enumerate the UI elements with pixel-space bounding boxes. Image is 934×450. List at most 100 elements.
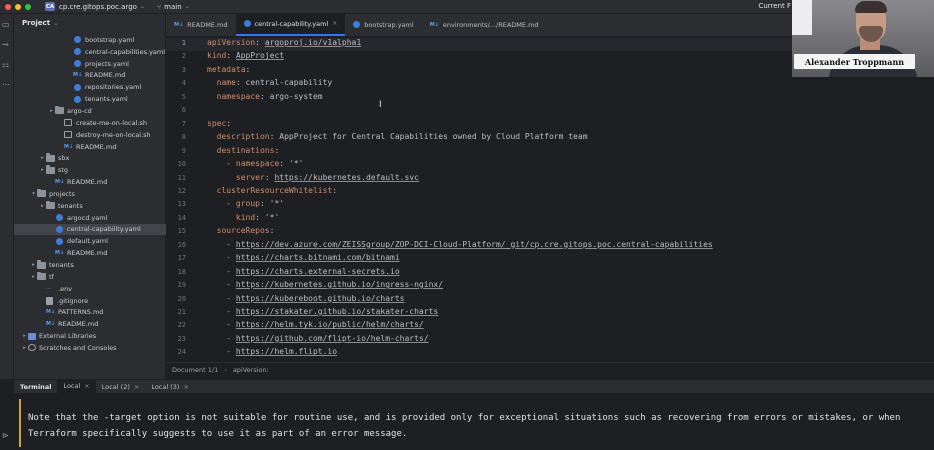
- yaml-link-value[interactable]: https://kubernetes.github.io/ingress-ngi…: [236, 280, 443, 289]
- yaml-key: kind: [235, 212, 256, 222]
- yaml-text: [207, 173, 236, 182]
- chevron-right-icon[interactable]: ▸: [39, 155, 46, 161]
- tree-item[interactable]: create-me-on-local.sh: [14, 117, 166, 129]
- yaml-link-value[interactable]: https://helm.tyk.io/public/helm/charts/: [236, 320, 424, 329]
- tree-item[interactable]: ▾ projects: [14, 188, 166, 200]
- yaml-link-value[interactable]: https://stakater.github.io/stakater-char…: [236, 307, 438, 316]
- project-panel-header[interactable]: Project ⌄: [14, 14, 165, 31]
- project-switcher[interactable]: cp.cre.gitops.poc.argo: [59, 3, 137, 11]
- tree-item[interactable]: bootstrap.yaml: [14, 34, 166, 46]
- tree-item[interactable]: .gitignore: [14, 295, 166, 307]
- chevron-right-icon[interactable]: ▸: [48, 108, 55, 114]
- tree-item[interactable]: default.yaml: [14, 235, 166, 247]
- yaml-text: [207, 78, 217, 87]
- minimize-window-button[interactable]: [15, 3, 21, 10]
- tree-item[interactable]: M↓ README.md: [14, 176, 166, 188]
- chevron-right-icon[interactable]: ▸: [30, 274, 37, 280]
- tree-item-label: tenants: [49, 261, 74, 270]
- run-config-label[interactable]: Current F: [758, 2, 791, 10]
- project-badge[interactable]: CA: [45, 2, 55, 11]
- terminal-line: Terraform specifically suggests to use i…: [28, 429, 408, 439]
- yaml-key: destinations: [216, 145, 275, 155]
- tree-item[interactable]: central-capability.yaml: [14, 223, 166, 236]
- close-window-button[interactable]: [5, 3, 11, 10]
- close-icon[interactable]: ×: [84, 382, 89, 390]
- tree-item[interactable]: ▸ stg: [14, 164, 166, 176]
- tree-item[interactable]: repositories.yaml: [14, 81, 166, 93]
- tree-item[interactable]: ▸ Scratches and Consoles: [14, 342, 166, 354]
- terminal-tab[interactable]: Local (2) ×: [96, 380, 146, 394]
- chevron-down-icon[interactable]: ▾: [30, 191, 37, 197]
- terminal-tab-bar: Terminal Local × Local (2) × Local (3) ×: [14, 379, 934, 394]
- yaml-link-value[interactable]: https://kubernetes.default.svc: [274, 173, 419, 182]
- line-number: 1: [181, 39, 186, 47]
- tree-item[interactable]: ▸ tenants: [14, 259, 166, 271]
- close-icon[interactable]: ×: [134, 383, 139, 391]
- yaml-link-value[interactable]: argoproj.io/v1alpha1: [265, 38, 361, 47]
- chevron-right-icon[interactable]: ▸: [39, 167, 46, 173]
- project-panel: Project ⌄ bootstrap.yaml central-capabili…: [14, 14, 166, 379]
- maximize-window-button[interactable]: [25, 3, 31, 10]
- yaml-link-value[interactable]: https://charts.bitnami.com/bitnami: [236, 253, 400, 262]
- editor-tab[interactable]: bootstrap.yaml: [345, 13, 421, 36]
- yaml-link-value[interactable]: AppProject: [236, 51, 284, 60]
- tree-item[interactable]: projects.yaml: [14, 58, 166, 70]
- line-number: 23: [177, 334, 186, 343]
- branch-switcher[interactable]: ⑂ main ⌄: [157, 3, 190, 11]
- editor-tab-label: README.md: [187, 20, 228, 29]
- close-icon[interactable]: ×: [332, 20, 337, 27]
- tree-item[interactable]: ⋯ .env: [14, 283, 166, 295]
- editor-tab[interactable]: M↓ README.md: [166, 13, 236, 36]
- tree-item[interactable]: tenants.yaml: [14, 93, 166, 105]
- tree-item[interactable]: ▸ sbx: [14, 153, 166, 165]
- tree-item[interactable]: destroy-me-on-local.sh: [14, 129, 166, 141]
- tree-item[interactable]: M↓ PATTERNS.md: [14, 307, 166, 319]
- code-editor[interactable]: I 1 2 3 4 5 6 7 8 9 10 11 12 13 14 15 16 17 18 19 20 21 22 23 2…: [166, 37, 934, 362]
- line-number: 10: [177, 160, 186, 169]
- tree-item-label: Scratches and Consoles: [39, 343, 117, 352]
- tree-item[interactable]: ▸ argo-cd: [14, 105, 166, 117]
- tree-item[interactable]: central-capabilities.yaml: [14, 46, 166, 58]
- yaml-link-value[interactable]: https://dev.azure.com/ZEISSgroup/ZOP-DCI…: [236, 240, 713, 249]
- breadcrumb-key[interactable]: apiVersion:: [233, 366, 269, 374]
- yaml-text: :: [269, 226, 275, 236]
- folder-icon[interactable]: ▭: [2, 20, 10, 29]
- yaml-link-value[interactable]: https://github.com/flipt-io/helm-charts/: [236, 334, 429, 343]
- folder-icon: [46, 200, 55, 210]
- chevron-right-icon[interactable]: ▸: [39, 203, 46, 209]
- yaml-text: :: [226, 118, 232, 128]
- tree-item[interactable]: M↓ README.md: [14, 318, 166, 330]
- editor-tab[interactable]: M↓ environments/.../README.md: [422, 13, 547, 36]
- tree-item[interactable]: ▸ External Libraries: [14, 330, 166, 342]
- tree-item[interactable]: ▸ tf: [14, 271, 166, 283]
- run-icon[interactable]: ⊳: [2, 431, 9, 440]
- tree-item-label: README.md: [85, 71, 126, 80]
- yaml-text: -: [226, 280, 236, 290]
- terminal-output[interactable]: Note that the -target option is not suit…: [14, 393, 934, 450]
- editor-tab[interactable]: central-capability.yaml ×: [235, 13, 346, 36]
- tree-item-label: projects: [49, 189, 75, 198]
- more-icon[interactable]: ⋯: [2, 80, 10, 89]
- breadcrumb-document[interactable]: Document 1/1: [172, 366, 218, 374]
- tree-item[interactable]: M↓ README.md: [14, 247, 166, 259]
- chevron-right-icon[interactable]: ▸: [21, 333, 28, 339]
- commit-icon[interactable]: ⊸: [2, 40, 9, 49]
- tree-item[interactable]: ▸ tenants: [14, 200, 166, 212]
- close-icon[interactable]: ×: [183, 383, 188, 391]
- yaml-link-value[interactable]: https://helm.flipt.io: [236, 347, 337, 356]
- yaml-text: -: [226, 307, 236, 316]
- chevron-right-icon[interactable]: ▸: [21, 345, 28, 351]
- yaml-text: : central-capability: [235, 78, 333, 88]
- tree-item[interactable]: M↓ README.md: [14, 70, 166, 82]
- tree-item[interactable]: argocd.yaml: [14, 212, 166, 224]
- terminal-tab[interactable]: Local (3) ×: [145, 380, 195, 394]
- chevron-right-icon[interactable]: ▸: [30, 262, 37, 268]
- tree-item[interactable]: M↓ README.md: [14, 141, 166, 153]
- tree-item-label: README.md: [67, 178, 108, 187]
- code-line: name: central-capability: [207, 78, 333, 88]
- structure-icon[interactable]: ⚏: [2, 60, 9, 69]
- markdown-file-icon: M↓: [73, 72, 83, 79]
- yaml-link-value[interactable]: https://charts.external-secrets.io: [236, 267, 400, 276]
- terminal-tab[interactable]: Local ×: [57, 379, 96, 394]
- yaml-link-value[interactable]: https://kubereboot.github.io/charts: [236, 294, 405, 303]
